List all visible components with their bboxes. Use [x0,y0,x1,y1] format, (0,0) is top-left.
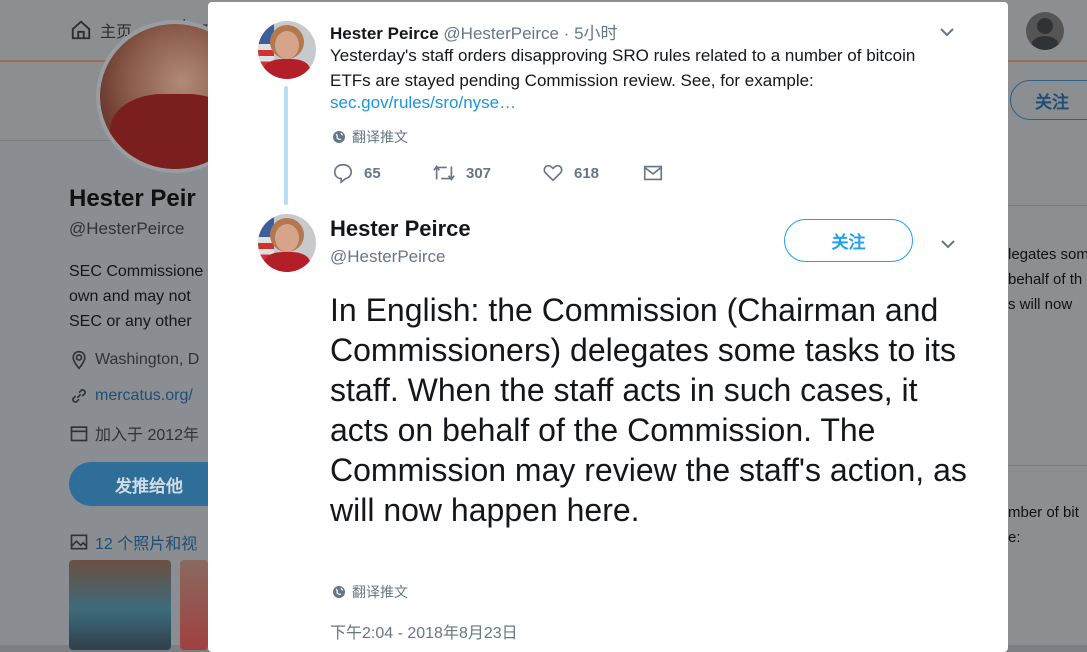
tweet-link[interactable]: sec.gov/rules/sro/nyse… [330,93,516,113]
tweet-time[interactable]: 5小时 [574,24,617,43]
follow-button[interactable]: 关注 [784,219,913,262]
envelope-icon [643,165,663,181]
globe-icon [333,586,345,598]
bio-line: SEC Commissione [69,263,204,280]
chevron-down-icon[interactable] [940,27,954,37]
direct-message-button[interactable] [642,162,664,184]
tweet-header: Hester Peirce @HesterPeirce · 5小时 [330,19,618,44]
follow-label: 关注 [831,233,866,252]
right-panel-text: mber of bit [1008,504,1079,521]
profile-follow-label: 关注 [1035,92,1069,112]
tweet-text: In English: the Commission (Chairman and… [330,292,967,528]
home-icon [71,20,91,40]
like-count: 618 [574,164,600,182]
thread-connector [284,86,288,205]
media-thumbnail[interactable] [69,560,171,650]
translate-tweet[interactable]: 翻译推文 [332,127,408,147]
reply-count: 65 [364,164,381,182]
tweet-to-label: 发推给他 [115,476,183,496]
right-panel-text: behalf of th [1008,271,1083,288]
reply-icon [333,163,353,184]
avatar-shirt [264,59,310,79]
profile-follow-button[interactable]: 关注 [1010,80,1087,120]
profile-bio: SEC Commissione own and may not SEC or a… [69,259,209,334]
media-thumbnail[interactable] [180,560,208,650]
translate-tweet[interactable]: 翻译推文 [332,582,408,602]
photos-videos-link[interactable]: 12 个照片和视 [69,530,197,554]
tweet-modal: Hester Peirce @HesterPeirce · 5小时 Yester… [208,2,1008,652]
separator: · [563,24,570,43]
author-handle[interactable]: @HesterPeirce [443,24,559,43]
location-text: Washington, D [95,351,200,368]
link-icon [72,389,86,403]
profile-location: Washington, D [69,350,199,370]
reply-button[interactable]: 65 [332,162,381,184]
right-panel-text: e: [1008,529,1021,546]
like-button[interactable]: 618 [542,162,599,184]
author-handle[interactable]: @HesterPeirce [330,247,446,267]
right-panel [1008,140,1087,645]
right-panel-text: s will now [1008,296,1073,313]
calendar-icon [70,426,88,442]
heart-icon [543,164,563,182]
globe-icon [333,131,345,143]
tweet-to-button[interactable]: 发推给他 [69,462,229,506]
location-icon [72,350,86,370]
author-name[interactable]: Hester Peirce [330,24,439,43]
bio-line: SEC or any other [69,313,192,330]
profile-joined: 加入于 2012年 [69,421,199,445]
avatar[interactable] [258,21,316,79]
bio-line: own and may not [69,288,191,305]
chevron-down-icon[interactable] [941,239,955,249]
image-icon [70,534,88,550]
divider [1008,205,1087,206]
tweet-timestamp[interactable]: 下午2:04 - 2018年8月23日 [330,619,518,643]
right-panel-text: legates som [1008,246,1087,263]
photos-videos-label: 12 个照片和视 [95,536,198,553]
joined-text: 加入于 2012年 [95,427,200,444]
retweet-button[interactable]: 307 [432,162,491,184]
retweet-count: 307 [466,164,492,182]
profile-name: Hester Peir [69,185,196,212]
tweet-text: Yesterday's staff orders disapproving SR… [330,46,916,90]
divider [1008,465,1087,466]
profile-handle: @HesterPeirce [69,219,185,238]
author-name[interactable]: Hester Peirce [330,216,471,242]
profile-website[interactable]: mercatus.org/ [69,386,193,406]
retweet-icon [433,165,455,181]
translate-label: 翻译推文 [352,129,408,145]
avatar-face [275,31,299,59]
avatar-shirt [264,252,310,272]
website-link[interactable]: mercatus.org/ [95,387,193,405]
avatar-face [275,224,299,252]
avatar[interactable] [258,214,316,272]
translate-label: 翻译推文 [352,584,408,600]
account-avatar[interactable] [1026,12,1064,50]
